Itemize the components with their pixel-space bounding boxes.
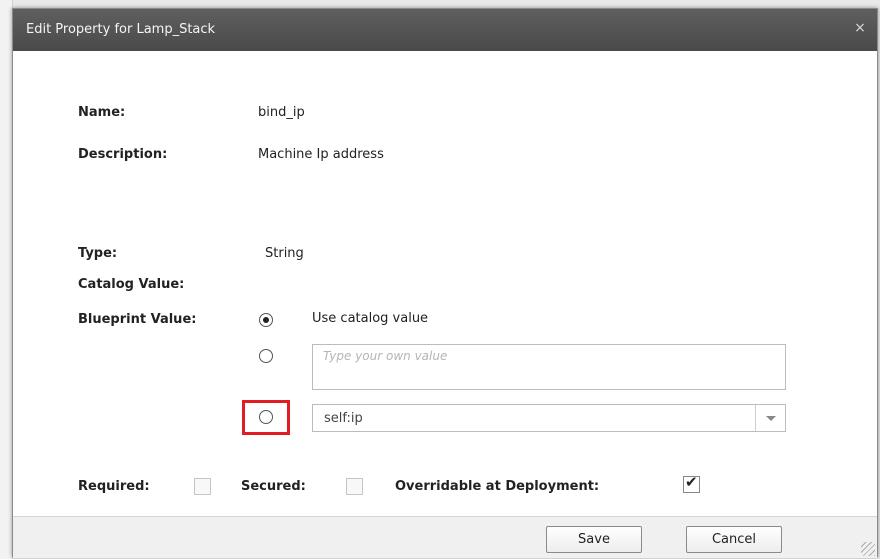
- secured-checkbox[interactable]: [346, 478, 363, 495]
- name-value: bind_ip: [258, 105, 305, 120]
- close-icon[interactable]: ×: [852, 20, 868, 36]
- cancel-button[interactable]: Cancel: [686, 526, 782, 553]
- use-catalog-label: Use catalog value: [312, 311, 429, 326]
- resize-grip-icon[interactable]: [861, 542, 875, 556]
- catalog-value-label: Catalog Value:: [78, 277, 185, 292]
- red-highlight-box: [242, 400, 290, 435]
- overridable-checkbox[interactable]: ✔: [683, 473, 700, 493]
- radio-use-catalog[interactable]: [259, 313, 273, 327]
- required-checkbox[interactable]: [194, 478, 211, 495]
- save-button[interactable]: Save: [546, 526, 642, 553]
- edit-property-dialog: Edit Property for Lamp_Stack × Name: bin…: [12, 8, 878, 558]
- blueprint-value-label: Blueprint Value:: [78, 312, 197, 327]
- own-value-input[interactable]: [312, 344, 786, 390]
- radio-own-value[interactable]: [259, 349, 273, 363]
- description-label: Description:: [78, 147, 168, 162]
- property-select[interactable]: self:ip: [312, 404, 786, 432]
- select-value: self:ip: [324, 411, 363, 426]
- dialog-footer: Save Cancel: [13, 516, 877, 558]
- dialog-title: Edit Property for Lamp_Stack: [26, 22, 216, 37]
- dropdown-arrow[interactable]: [755, 405, 785, 431]
- secured-label: Secured:: [241, 479, 306, 494]
- overridable-label: Overridable at Deployment:: [395, 479, 600, 494]
- required-label: Required:: [78, 479, 150, 494]
- type-value: String: [265, 246, 304, 261]
- type-label: Type:: [78, 246, 118, 261]
- radio-selected-dot: [263, 317, 269, 323]
- checkmark-icon: ✔: [685, 473, 698, 491]
- chevron-down-icon: [766, 416, 776, 421]
- name-label: Name:: [78, 105, 126, 120]
- description-value: Machine Ip address: [258, 147, 384, 162]
- dialog-titlebar[interactable]: Edit Property for Lamp_Stack ×: [13, 9, 877, 51]
